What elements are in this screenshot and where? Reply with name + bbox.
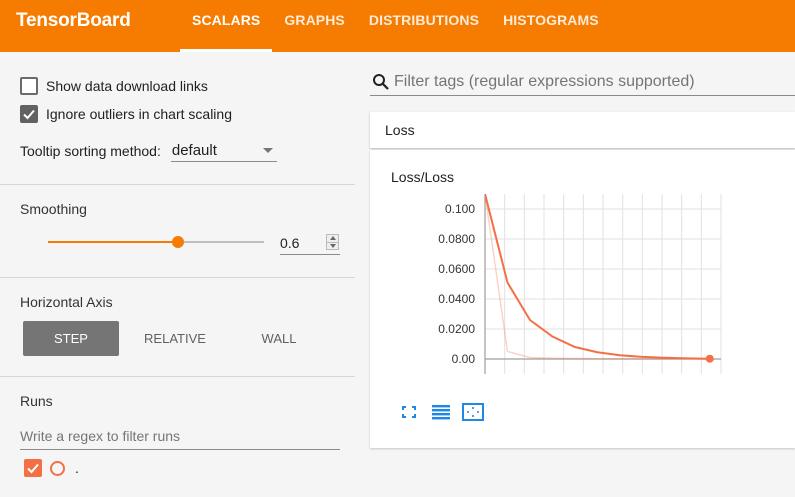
- tab-distributions[interactable]: DISTRIBUTIONS: [357, 0, 491, 52]
- smoothed-series-line: [485, 194, 710, 360]
- run-color-radio[interactable]: [50, 460, 65, 476]
- smoothing-slider-fill: [48, 241, 178, 243]
- check-icon: [27, 463, 39, 474]
- search-icon: [373, 74, 389, 90]
- y-tick-label: 0.0400: [438, 292, 475, 306]
- smoothing-spinner[interactable]: [326, 234, 339, 250]
- tooltip-sort-row: Tooltip sorting method: default: [20, 140, 277, 162]
- y-tick-label: 0.0800: [438, 232, 475, 246]
- smoothing-slider-thumb[interactable]: [171, 236, 184, 248]
- tooltip-sort-value: default: [171, 142, 217, 159]
- dashboard-tabs: SCALARS GRAPHS DISTRIBUTIONS HISTOGRAMS: [180, 0, 611, 52]
- tab-histograms[interactable]: HISTOGRAMS: [491, 0, 611, 52]
- axis-relative-button[interactable]: RELATIVE: [127, 321, 223, 356]
- smoothing-value: 0.6: [280, 235, 300, 251]
- run-label: .: [75, 460, 79, 476]
- top-toolbar: TensorBoard SCALARS GRAPHS DISTRIBUTIONS…: [0, 0, 795, 52]
- y-tick-label: 0.0600: [438, 262, 475, 276]
- axis-step-button[interactable]: STEP: [23, 321, 119, 356]
- tooltip-sort-select[interactable]: default: [170, 140, 277, 162]
- section-divider: [0, 184, 355, 185]
- horizontal-axis-selector: STEP RELATIVE WALL: [23, 321, 335, 356]
- run-checkbox[interactable]: [24, 459, 42, 477]
- show-download-links-checkbox[interactable]: [20, 77, 38, 95]
- tag-group-header[interactable]: Loss: [370, 112, 795, 148]
- check-icon: [23, 109, 35, 120]
- show-download-links-row[interactable]: Show data download links: [20, 77, 208, 95]
- smoothing-title: Smoothing: [20, 201, 87, 217]
- toggle-lines-icon[interactable]: [430, 402, 452, 422]
- section-divider: [0, 277, 355, 278]
- fit-domain-icon[interactable]: [462, 402, 484, 422]
- scalar-chart-card: 0.100 0.0800 0.0600 0.0400 0.0200 0.00 Loss/L…: [370, 150, 795, 448]
- tooltip-sort-label: Tooltip sorting method:: [20, 143, 161, 159]
- show-download-links-label: Show data download links: [46, 78, 208, 94]
- chevron-down-icon: [262, 148, 273, 153]
- y-tick-label: 0.100: [445, 202, 475, 216]
- ignore-outliers-row[interactable]: Ignore outliers in chart scaling: [20, 105, 232, 123]
- smoothing-slider[interactable]: [48, 236, 264, 248]
- section-divider: [0, 376, 355, 377]
- tag-group-title: Loss: [385, 122, 415, 138]
- fullscreen-icon[interactable]: [398, 402, 420, 422]
- y-tick-label: 0.00: [452, 352, 476, 366]
- raw-series-line: [485, 194, 710, 360]
- smoothing-input[interactable]: 0.6: [280, 231, 340, 255]
- tag-filter-input[interactable]: Filter tags (regular expressions support…: [370, 69, 795, 96]
- tab-scalars[interactable]: SCALARS: [180, 0, 273, 52]
- runs-title: Runs: [20, 393, 53, 409]
- ignore-outliers-checkbox[interactable]: [20, 105, 38, 123]
- axis-wall-button[interactable]: WALL: [231, 321, 327, 356]
- app-title: TensorBoard: [16, 10, 131, 31]
- y-tick-label: 0.0200: [438, 322, 475, 336]
- chart-title: Loss/Loss: [391, 169, 455, 185]
- sidebar: Show data download links Ignore outliers…: [0, 52, 355, 497]
- tab-graphs[interactable]: GRAPHS: [272, 0, 357, 52]
- series-end-point: [705, 354, 714, 363]
- chart-toolbar: [398, 402, 494, 422]
- run-item[interactable]: .: [24, 459, 79, 477]
- horizontal-axis-title: Horizontal Axis: [20, 294, 113, 310]
- runs-filter-input[interactable]: Write a regex to filter runs: [20, 424, 340, 450]
- spin-down-icon[interactable]: [327, 243, 338, 250]
- ignore-outliers-label: Ignore outliers in chart scaling: [46, 106, 232, 122]
- tag-filter-placeholder: Filter tags (regular expressions support…: [394, 73, 695, 90]
- spin-up-icon[interactable]: [327, 235, 338, 243]
